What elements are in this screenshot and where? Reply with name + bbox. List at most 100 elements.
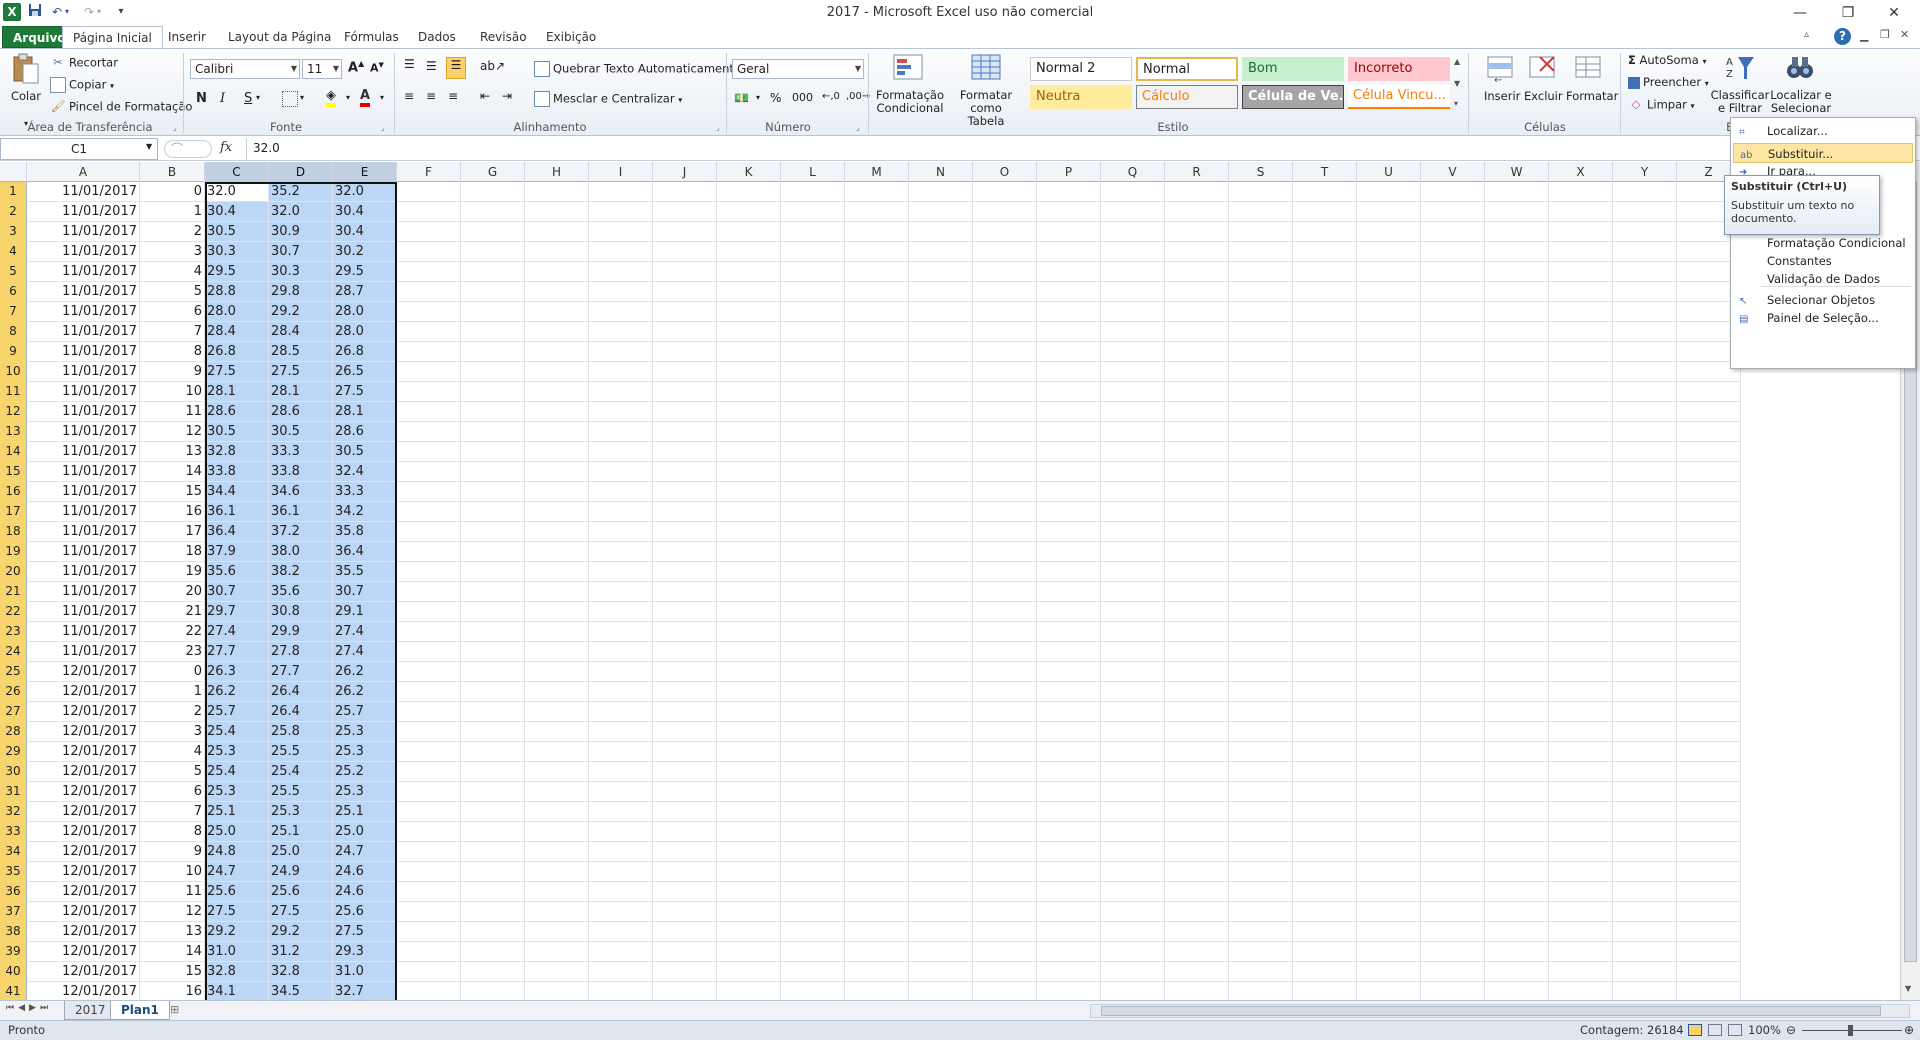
cell-c34[interactable]: 24.8 [205, 842, 269, 862]
cell-w10[interactable] [1485, 362, 1549, 382]
cell-w8[interactable] [1485, 322, 1549, 342]
cell-r3[interactable] [1165, 222, 1229, 242]
cell-i5[interactable] [589, 262, 653, 282]
cell-style-3[interactable]: Incorreto [1348, 57, 1450, 81]
cell-style-2[interactable]: Bom [1242, 57, 1344, 81]
cell-s14[interactable] [1229, 442, 1293, 462]
cell-n6[interactable] [909, 282, 973, 302]
cell-b30[interactable]: 5 [140, 762, 205, 782]
cell-a5[interactable]: 11/01/2017 [27, 262, 140, 282]
align-left-icon[interactable]: ≡ [404, 89, 414, 103]
cell-x25[interactable] [1549, 662, 1613, 682]
cell-i41[interactable] [589, 982, 653, 1000]
cell-l40[interactable] [781, 962, 845, 982]
cell-d25[interactable]: 27.7 [269, 662, 333, 682]
cell-h4[interactable] [525, 242, 589, 262]
cell-a27[interactable]: 12/01/2017 [27, 702, 140, 722]
cell-z16[interactable] [1677, 482, 1741, 502]
cell-u8[interactable] [1357, 322, 1421, 342]
cell-g28[interactable] [461, 722, 525, 742]
cell-x22[interactable] [1549, 602, 1613, 622]
cell-g25[interactable] [461, 662, 525, 682]
cell-t37[interactable] [1293, 902, 1357, 922]
cell-f9[interactable] [397, 342, 461, 362]
copy-button[interactable]: Copiar ▾ [50, 77, 114, 93]
cell-w38[interactable] [1485, 922, 1549, 942]
cell-v34[interactable] [1421, 842, 1485, 862]
cell-g36[interactable] [461, 882, 525, 902]
cell-p19[interactable] [1037, 542, 1101, 562]
cell-b1[interactable]: 0 [140, 182, 205, 202]
cell-i11[interactable] [589, 382, 653, 402]
cell-u26[interactable] [1357, 682, 1421, 702]
cell-n29[interactable] [909, 742, 973, 762]
cell-g31[interactable] [461, 782, 525, 802]
cell-k19[interactable] [717, 542, 781, 562]
cell-l35[interactable] [781, 862, 845, 882]
cell-t35[interactable] [1293, 862, 1357, 882]
cell-m21[interactable] [845, 582, 909, 602]
cell-e5[interactable]: 29.5 [333, 262, 397, 282]
cell-l16[interactable] [781, 482, 845, 502]
cell-s17[interactable] [1229, 502, 1293, 522]
cell-k28[interactable] [717, 722, 781, 742]
cell-b17[interactable]: 16 [140, 502, 205, 522]
select-all-corner[interactable] [0, 162, 27, 182]
cell-p2[interactable] [1037, 202, 1101, 222]
cell-r27[interactable] [1165, 702, 1229, 722]
cell-o18[interactable] [973, 522, 1037, 542]
cell-x24[interactable] [1549, 642, 1613, 662]
cell-u29[interactable] [1357, 742, 1421, 762]
cell-k9[interactable] [717, 342, 781, 362]
cell-z32[interactable] [1677, 802, 1741, 822]
cell-j12[interactable] [653, 402, 717, 422]
cell-v27[interactable] [1421, 702, 1485, 722]
cell-y34[interactable] [1613, 842, 1677, 862]
cell-y6[interactable] [1613, 282, 1677, 302]
grow-font-icon[interactable]: A▲ [348, 59, 364, 75]
cell-w33[interactable] [1485, 822, 1549, 842]
cell-k27[interactable] [717, 702, 781, 722]
cell-k12[interactable] [717, 402, 781, 422]
decrease-decimal-icon[interactable]: ,00→ [846, 91, 870, 102]
tab-insert[interactable]: Inserir [158, 26, 216, 48]
cell-i26[interactable] [589, 682, 653, 702]
cell-a8[interactable]: 11/01/2017 [27, 322, 140, 342]
cell-d30[interactable]: 25.4 [269, 762, 333, 782]
row-header[interactable]: 12 [0, 402, 27, 422]
cell-i18[interactable] [589, 522, 653, 542]
cell-c39[interactable]: 31.0 [205, 942, 269, 962]
italic-button[interactable]: I [220, 91, 225, 106]
formula-expand-handle[interactable]: ⌒ [164, 140, 212, 158]
cell-p8[interactable] [1037, 322, 1101, 342]
cell-y22[interactable] [1613, 602, 1677, 622]
cell-u4[interactable] [1357, 242, 1421, 262]
cell-d34[interactable]: 25.0 [269, 842, 333, 862]
row-header[interactable]: 27 [0, 702, 27, 722]
cell-j28[interactable] [653, 722, 717, 742]
cell-f20[interactable] [397, 562, 461, 582]
cell-c6[interactable]: 28.8 [205, 282, 269, 302]
increase-indent-icon[interactable]: ⇥ [502, 89, 512, 103]
cell-k33[interactable] [717, 822, 781, 842]
cell-g33[interactable] [461, 822, 525, 842]
cell-i33[interactable] [589, 822, 653, 842]
row-header[interactable]: 8 [0, 322, 27, 342]
cell-a24[interactable]: 11/01/2017 [27, 642, 140, 662]
cell-a31[interactable]: 12/01/2017 [27, 782, 140, 802]
cell-q10[interactable] [1101, 362, 1165, 382]
cell-a25[interactable]: 12/01/2017 [27, 662, 140, 682]
cell-f21[interactable] [397, 582, 461, 602]
cell-a36[interactable]: 12/01/2017 [27, 882, 140, 902]
cell-u30[interactable] [1357, 762, 1421, 782]
column-header-b[interactable]: B [140, 162, 205, 182]
cell-d14[interactable]: 33.3 [269, 442, 333, 462]
cell-g6[interactable] [461, 282, 525, 302]
cell-m23[interactable] [845, 622, 909, 642]
cell-t3[interactable] [1293, 222, 1357, 242]
cell-g12[interactable] [461, 402, 525, 422]
cell-e29[interactable]: 25.3 [333, 742, 397, 762]
cell-m34[interactable] [845, 842, 909, 862]
cell-a15[interactable]: 11/01/2017 [27, 462, 140, 482]
cell-p4[interactable] [1037, 242, 1101, 262]
